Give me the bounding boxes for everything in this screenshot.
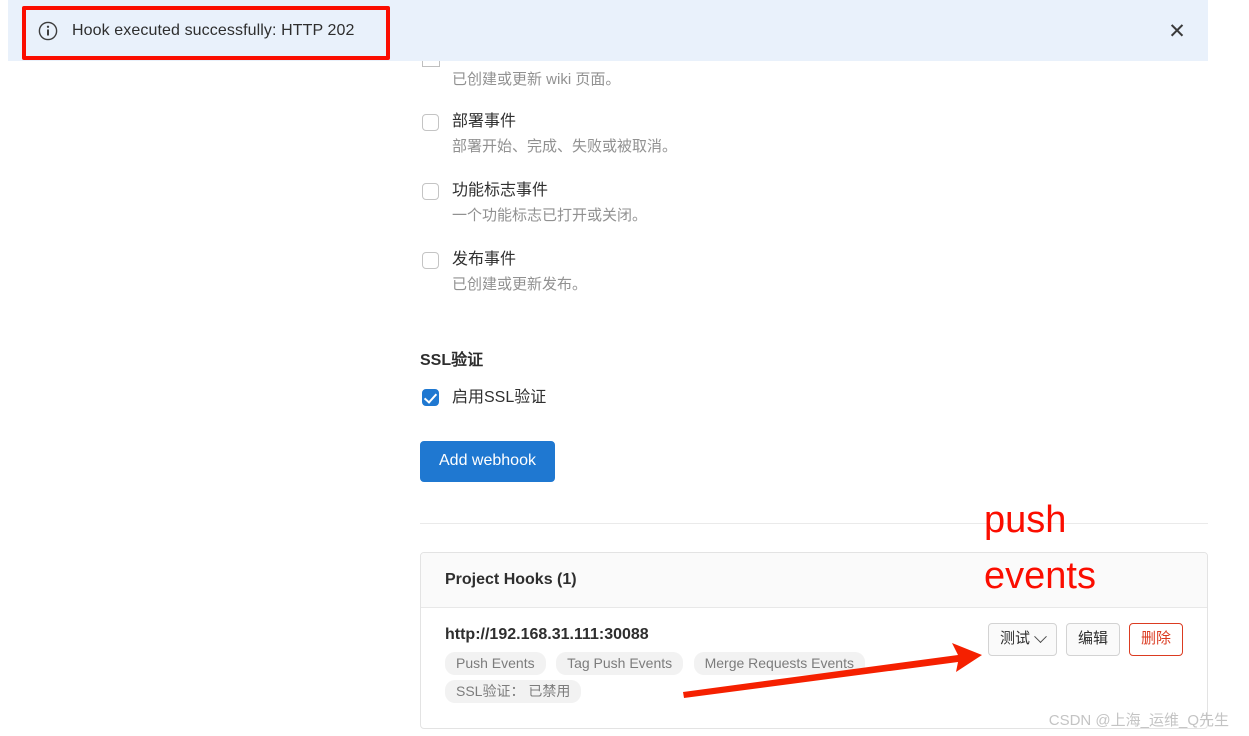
event-row-deployment: 部署事件 部署开始、完成、失败或被取消。 (420, 111, 1208, 158)
event-checkbox-wiki[interactable] (422, 61, 440, 67)
test-hook-button[interactable]: 测试 (987, 623, 1057, 656)
flash-alert: Hook executed successfully: HTTP 202 ✕ (8, 0, 1208, 61)
event-row-feature-flag: 功能标志事件 一个功能标志已打开或关闭。 (420, 180, 1208, 227)
event-checkbox-feature-flag[interactable] (422, 183, 439, 200)
badge-ssl-verification: SSL验证： 已禁用 (445, 680, 582, 703)
alert-content: Hook executed successfully: HTTP 202 (38, 21, 355, 41)
ssl-verification-label: 启用SSL验证 (452, 389, 547, 406)
badge-merge-requests-events: Merge Requests Events (693, 652, 865, 675)
ssl-verification-checkbox[interactable] (422, 389, 439, 406)
watermark-text: CSDN @上海_运维_Q先生 (1048, 712, 1229, 729)
hook-action-buttons: 测试 编辑 删除 (987, 623, 1183, 656)
event-desc-wiki: 已创建或更新 wiki 页面。 (452, 71, 621, 88)
event-checkbox-release[interactable] (422, 252, 439, 269)
ssl-verification-row: 启用SSL验证 (420, 388, 1208, 408)
badge-tag-push-events: Tag Push Events (556, 652, 684, 675)
event-title-release: 发布事件 (452, 251, 517, 268)
event-title-deployment: 部署事件 (452, 113, 517, 130)
event-checkbox-deployment[interactable] (422, 114, 439, 131)
event-row-wiki: 已创建或更新 wiki 页面。 (420, 61, 1208, 107)
page-root: Hook executed successfully: HTTP 202 ✕ 已… (0, 0, 1249, 736)
info-circle-icon (38, 21, 58, 40)
close-icon[interactable]: ✕ (1166, 20, 1188, 42)
alert-message: Hook executed successfully: HTTP 202 (72, 21, 355, 39)
project-hooks-card: Project Hooks (1) http://192.168.31.111:… (420, 552, 1208, 729)
project-hooks-title: Project Hooks (1) (421, 553, 1207, 608)
add-webhook-button[interactable]: Add webhook (420, 441, 555, 482)
chevron-down-icon (1034, 629, 1047, 643)
test-hook-label: 测试 (999, 630, 1030, 647)
event-row-release: 发布事件 已创建或更新发布。 (420, 249, 1208, 296)
section-divider (420, 523, 1208, 524)
event-desc-feature-flag: 一个功能标志已打开或关闭。 (452, 207, 648, 224)
event-desc-deployment: 部署开始、完成、失败或被取消。 (452, 138, 678, 155)
badge-push-events: Push Events (445, 652, 546, 675)
webhook-form: 已创建或更新 wiki 页面。 部署事件 部署开始、完成、失败或被取消。 功能标… (420, 61, 1208, 729)
event-title-feature-flag: 功能标志事件 (452, 182, 549, 199)
event-desc-release: 已创建或更新发布。 (452, 276, 588, 293)
ssl-section-title: SSL验证 (420, 352, 484, 369)
edit-hook-button[interactable]: 编辑 (1065, 623, 1120, 656)
delete-hook-button[interactable]: 删除 (1128, 623, 1183, 656)
hook-badges: Push Events Tag Push Events Merge Reques… (445, 652, 985, 708)
